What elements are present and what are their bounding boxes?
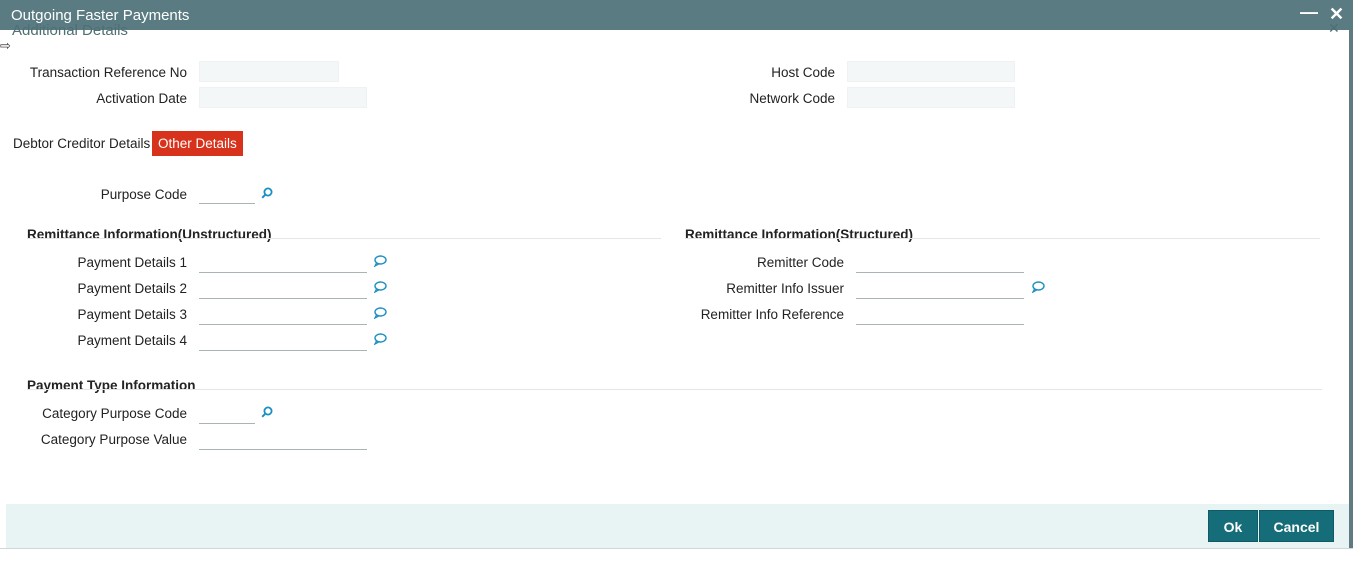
payment-details-4-field[interactable] (199, 330, 367, 351)
activation-date-label: Activation Date (96, 91, 187, 106)
bottom-bar (0, 548, 1353, 564)
footer-bar (6, 504, 1349, 548)
section-header-title: Additional Details (12, 22, 128, 39)
comment-icon[interactable] (373, 255, 387, 267)
cancel-button[interactable]: Cancel (1259, 510, 1334, 542)
txn-ref-field[interactable] (199, 61, 339, 82)
purpose-code-field[interactable] (199, 183, 255, 204)
remittance-unstructured-title: Remittance Information(Unstructured) (27, 227, 272, 242)
remitter-info-reference-label: Remitter Info Reference (700, 307, 844, 322)
payment-details-3-label: Payment Details 3 (77, 307, 187, 322)
category-purpose-value-label: Category Purpose Value (40, 432, 187, 447)
category-purpose-code-label: Category Purpose Code (42, 406, 187, 421)
host-code-label: Host Code (771, 65, 835, 80)
tab-other-details[interactable]: Other Details (152, 131, 243, 156)
remittance-structured-title: Remittance Information(Structured) (685, 227, 914, 242)
comment-icon[interactable] (373, 307, 387, 319)
payment-details-2-field[interactable] (199, 278, 367, 299)
divider (27, 238, 661, 239)
category-purpose-code-field[interactable] (199, 403, 255, 424)
network-code-label: Network Code (749, 91, 835, 106)
comment-icon[interactable] (1031, 281, 1045, 293)
payment-details-1-label: Payment Details 1 (77, 255, 187, 270)
drag-handle-icon[interactable]: ⇨ (0, 38, 11, 54)
search-icon[interactable] (261, 187, 273, 199)
remitter-code-field[interactable] (856, 252, 1024, 273)
remitter-info-issuer-label: Remitter Info Issuer (726, 281, 844, 296)
payment-details-1-field[interactable] (199, 252, 367, 273)
section-header: Additional Details ✕ (6, 18, 1349, 44)
activation-date-field[interactable] (199, 87, 367, 108)
remitter-info-issuer-field[interactable] (856, 278, 1024, 299)
search-icon[interactable] (261, 406, 273, 418)
network-code-field[interactable] (847, 87, 1015, 108)
divider (685, 238, 1320, 239)
payment-details-2-label: Payment Details 2 (77, 281, 187, 296)
ok-button[interactable]: Ok (1208, 510, 1258, 542)
category-purpose-value-field[interactable] (199, 429, 367, 450)
tab-debtor-creditor-details[interactable]: Debtor Creditor Details (7, 131, 156, 156)
remitter-info-reference-field[interactable] (856, 304, 1024, 325)
payment-details-4-label: Payment Details 4 (77, 333, 187, 348)
divider (27, 389, 1322, 390)
comment-icon[interactable] (373, 281, 387, 293)
remitter-code-label: Remitter Code (756, 255, 844, 270)
host-code-field[interactable] (847, 61, 1015, 82)
collapse-icon[interactable]: ✕ (1328, 20, 1340, 37)
payment-type-title: Payment Type Information (27, 378, 196, 393)
txn-ref-label: Transaction Reference No (29, 65, 187, 80)
purpose-code-label: Purpose Code (100, 187, 187, 202)
comment-icon[interactable] (373, 333, 387, 345)
payment-details-3-field[interactable] (199, 304, 367, 325)
